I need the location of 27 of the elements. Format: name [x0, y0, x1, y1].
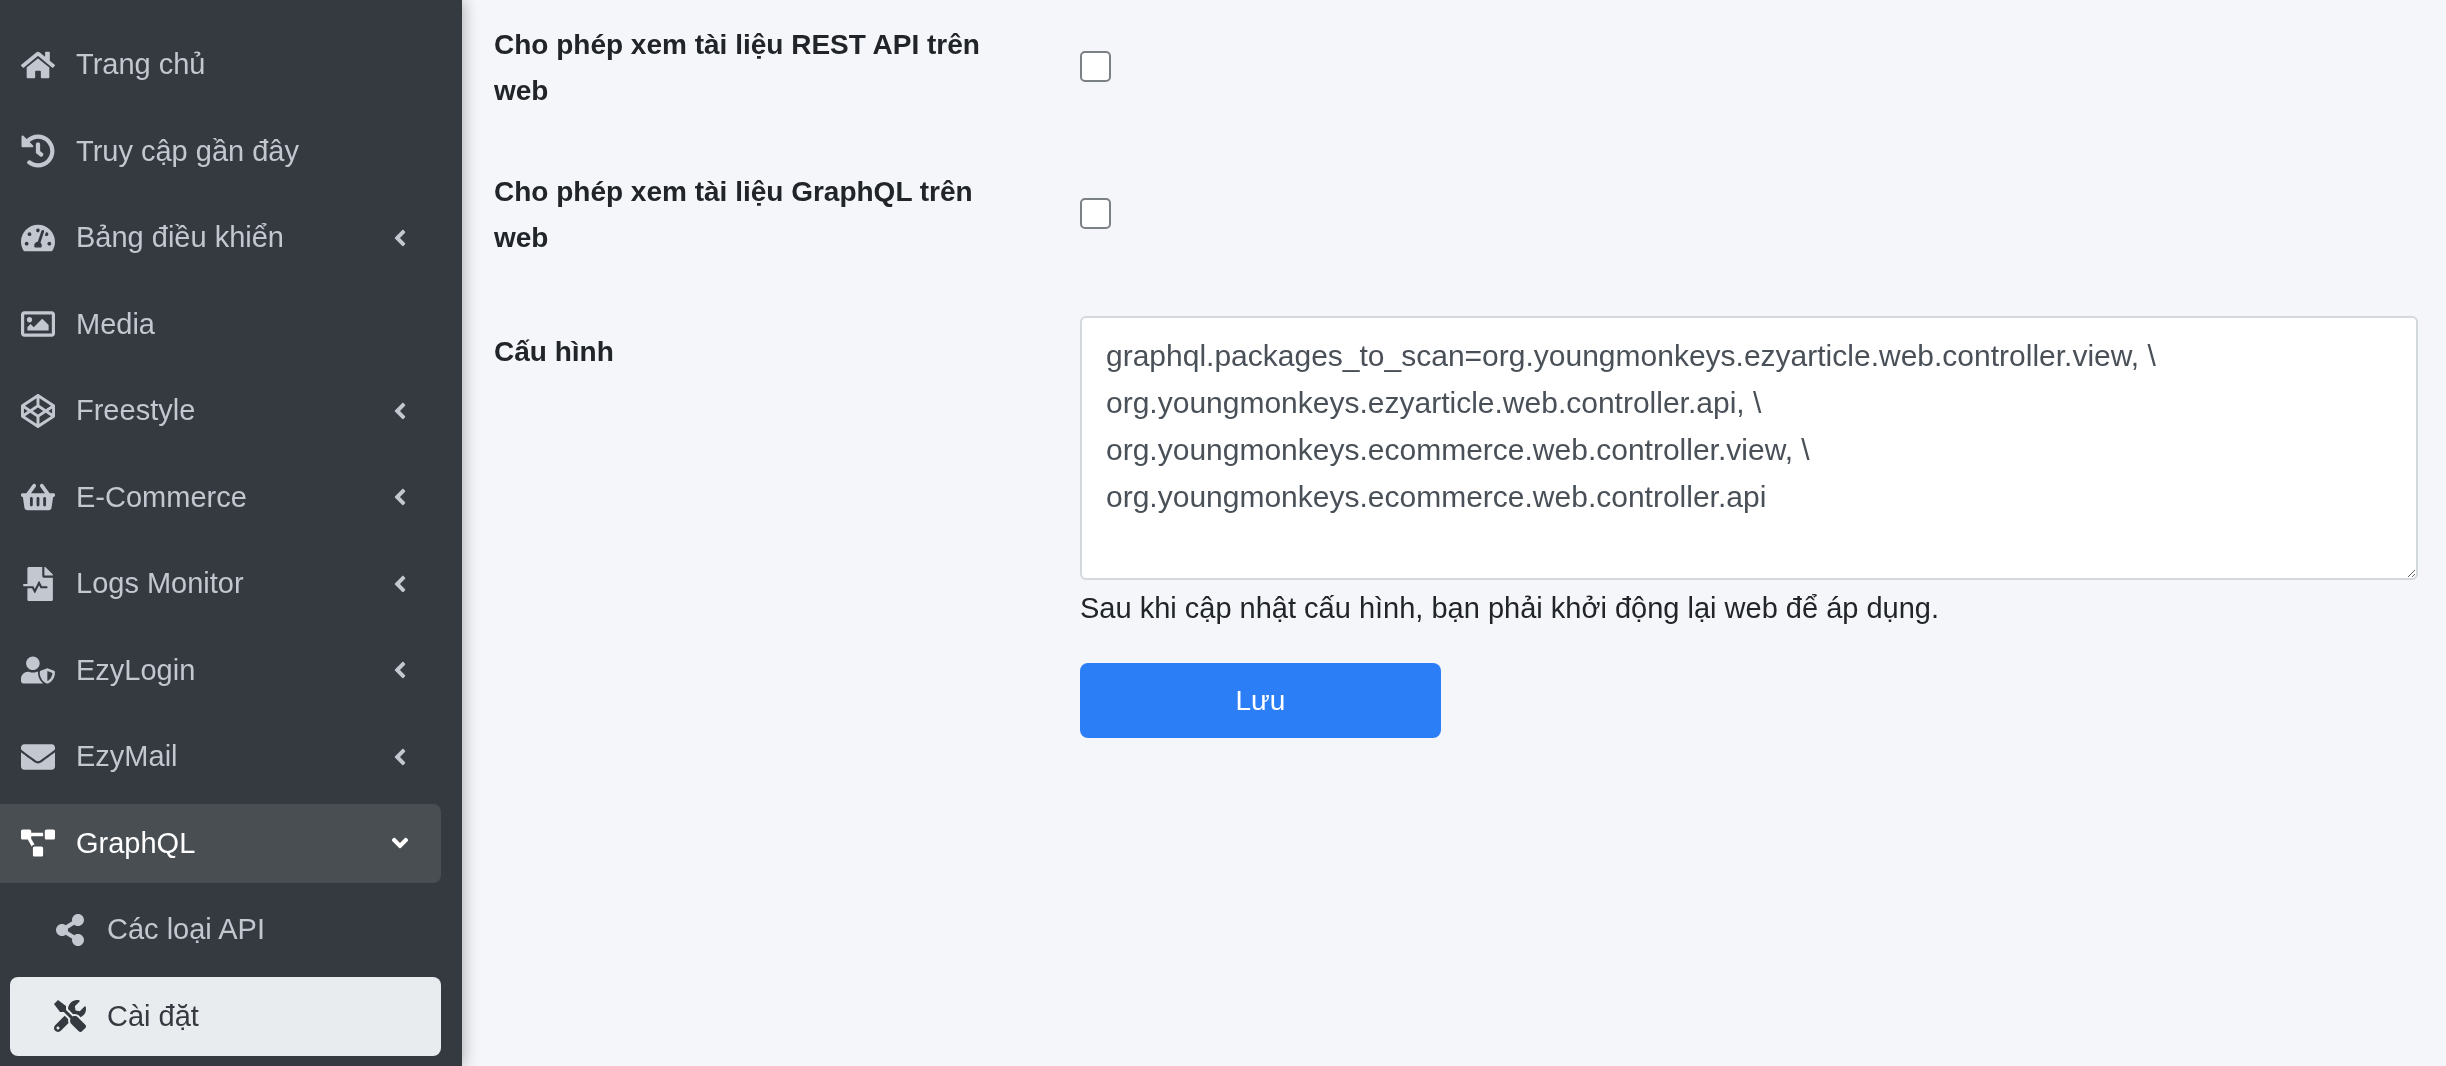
sidebar-link[interactable]: Freestyle [0, 371, 441, 450]
sidebar-link[interactable]: Media [0, 284, 441, 364]
cube-icon [21, 393, 55, 428]
field-label: Cấu hình [494, 335, 615, 369]
sidebar-link[interactable]: EzyMail [0, 717, 441, 796]
share-icon [54, 913, 86, 946]
config-textarea[interactable]: graphql.packages_to_scan=org.youngmonkeys.ezyarticle.web.controller.view, \ org.youngmonkeys.ezyarticle.web.controller.api, \ org.youngmonkeys.ecommerce.web.controller.view, \ org.youngmonkeys.ecommerce.web.controller.api [1080, 316, 2418, 580]
sidebar-sublink[interactable]: Cài đặt [10, 976, 441, 1056]
sidebar-link[interactable]: Logs Monitor [0, 544, 441, 623]
sidebar-sublink[interactable]: Các loại API [10, 890, 441, 969]
history-icon [21, 134, 55, 168]
sidebar-link[interactable]: Truy cập gần đây [0, 111, 441, 191]
sidebar-link[interactable]: EzyLogin [0, 630, 441, 710]
sidebar-link[interactable]: Bảng điều khiển [0, 198, 441, 277]
sidebar-link[interactable]: E-Commerce [0, 457, 441, 537]
checkbox[interactable] [1080, 197, 1111, 229]
checkbox[interactable] [1080, 50, 1111, 82]
sidebar-link[interactable]: GraphQL [0, 803, 441, 883]
help-text: Sau khi cập nhật cấu hình, bạn phải khởi động lại web để áp dụng. [1080, 591, 1941, 625]
save-button[interactable]: Lưu [1080, 663, 1441, 738]
user-shield-icon [21, 653, 55, 687]
file-pulse-icon [21, 566, 55, 601]
field-label: Cho phép xem tài liệu REST API trên web [494, 28, 981, 108]
tools-icon [54, 1000, 86, 1032]
field-label: Cho phép xem tài liệu GraphQL trên web [494, 175, 974, 255]
sidebar-link[interactable]: Trang chủ [0, 25, 441, 104]
diagram-icon [21, 826, 55, 860]
